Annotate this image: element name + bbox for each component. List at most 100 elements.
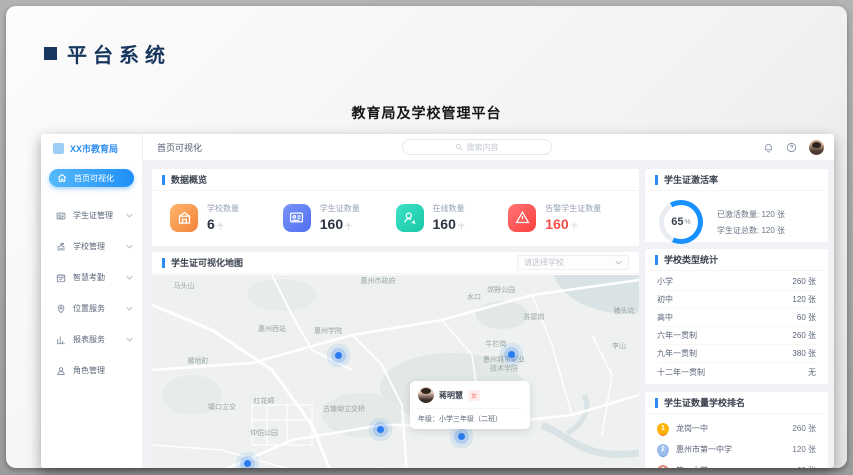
sidebar-item-label: 角色管理 — [73, 365, 105, 376]
map-label: 惠州城市职业技术学院 — [482, 356, 526, 374]
chevron-down-icon — [126, 274, 133, 281]
type-label: 十二年一贯制 — [657, 367, 705, 378]
type-label: 初中 — [657, 294, 673, 305]
map-marker[interactable] — [458, 433, 465, 440]
student-info-popup: 蒋明慧 女 年级：小学三年级（二班） — [410, 381, 530, 429]
school-name: 惠州市第一中学 — [676, 444, 792, 455]
sidebar-item-smart-attendance[interactable]: 智慧考勤 — [41, 262, 142, 293]
ranking-row: 1 龙岗一中 260 张 — [657, 418, 816, 439]
map-label: 郊野公园 — [487, 285, 515, 295]
map-label: 猪头坑 — [614, 306, 635, 316]
bell-icon[interactable] — [763, 142, 774, 153]
dashboard-window: XX市教育局 首页可视化 学生证管理 学校管理 — [41, 134, 834, 468]
breadcrumb: 首页可视化 — [157, 141, 202, 154]
stat-alert-card-count: 告警学生证数量 160个 — [508, 203, 621, 232]
map-marker[interactable] — [244, 460, 251, 467]
stat-value: 6个 — [207, 216, 239, 232]
activation-stats: 已激活数量: 120 张 学生证总数: 120 张 — [717, 204, 785, 241]
type-label: 九年一贯制 — [657, 348, 697, 359]
logo-text: XX市教育局 — [70, 142, 118, 155]
search-icon — [455, 143, 463, 151]
student-card-map-card: 学生证可视化地图 请选择学校 — [152, 252, 639, 468]
school-type-list: 小学260 张 初中120 张 高中60 张 六年一贯制260 张 九年一贯制3… — [645, 271, 828, 381]
chevron-down-icon — [126, 305, 133, 312]
school-name: 龙岗一中 — [676, 423, 792, 434]
school-name: 第一小学 — [676, 465, 797, 468]
card-header: 学生证数量学校排名 — [645, 392, 828, 414]
school-value: 60 张 — [797, 465, 816, 468]
id-card-icon — [56, 211, 66, 221]
sidebar-item-school-mgmt[interactable]: 学校管理 — [41, 231, 142, 262]
chevron-down-icon — [615, 259, 622, 266]
map-label: 苏屋岗 — [524, 312, 545, 322]
topbar-actions — [763, 134, 824, 161]
map-label: 螺地町 — [188, 356, 209, 366]
gender-badge: 女 — [468, 390, 480, 401]
sidebar-item-report-service[interactable]: 报表服务 — [41, 324, 142, 355]
map-label: 惠州市政府 — [361, 276, 396, 286]
map-marker[interactable] — [335, 352, 342, 359]
stat-school-count: 学校数量 6个 — [170, 203, 283, 232]
type-value: 60 张 — [797, 312, 816, 323]
type-value: 380 张 — [792, 348, 816, 359]
activation-body: 65% 已激活数量: 120 张 学生证总数: 120 张 — [645, 191, 828, 244]
stat-value: 160个 — [545, 216, 601, 232]
map-label: 仲恺公园 — [250, 428, 278, 438]
type-label: 高中 — [657, 312, 673, 323]
slide-background: 平台系统 教育局及学校管理平台 XX市教育局 首页可视化 学生证管理 — [6, 6, 847, 468]
stat-label: 在线数量 — [433, 203, 465, 214]
sidebar-item-label: 位置服务 — [73, 303, 105, 314]
sidebar-item-label: 学生证管理 — [73, 210, 113, 221]
card-header: 学校类型统计 — [645, 249, 828, 271]
data-overview-card: 数据概览 学校数量 6个 学生证数量 — [152, 169, 639, 246]
donut-percent: 65% — [659, 200, 703, 244]
warning-icon — [508, 204, 536, 232]
type-value: 无 — [808, 367, 816, 378]
student-name: 蒋明慧 — [439, 390, 463, 401]
sidebar-item-label: 智慧考勤 — [73, 272, 105, 283]
help-icon[interactable] — [786, 142, 797, 153]
type-value: 120 张 — [792, 294, 816, 305]
search-input[interactable]: 搜索内容 — [402, 139, 552, 155]
student-avatar — [418, 387, 434, 403]
activation-donut-chart: 65% — [659, 200, 703, 244]
chevron-down-icon — [126, 336, 133, 343]
map-marker[interactable] — [377, 426, 384, 433]
sidebar-item-label: 报表服务 — [73, 334, 105, 345]
type-label: 六年一贯制 — [657, 330, 697, 341]
total-count: 学生证总数: 120 张 — [717, 225, 785, 236]
school-select-dropdown[interactable]: 请选择学校 — [517, 255, 629, 270]
stat-label: 告警学生证数量 — [545, 203, 601, 214]
card-title: 学校类型统计 — [655, 255, 718, 265]
school-ranking-card: 学生证数量学校排名 1 龙岗一中 260 张 2 惠州市第一中学 120 张 3… — [645, 392, 828, 468]
calendar-icon — [56, 273, 66, 283]
sidebar: XX市教育局 首页可视化 学生证管理 学校管理 — [41, 134, 143, 468]
map-label: 红花嶂 — [254, 396, 275, 406]
medal-3-icon: 3 — [657, 465, 669, 469]
sidebar-item-role-mgmt[interactable]: 角色管理 — [41, 355, 142, 386]
user-avatar[interactable] — [809, 140, 824, 155]
stat-label: 学校数量 — [207, 203, 239, 214]
card-title: 学生证激活率 — [655, 175, 718, 185]
school-type-row: 十二年一贯制 无 — [657, 363, 816, 381]
ranking-row: 3 第一小学 60 张 — [657, 460, 816, 468]
sidebar-item-location-service[interactable]: 位置服务 — [41, 293, 142, 324]
sidebar-menu: 首页可视化 学生证管理 学校管理 智慧考勤 — [41, 169, 142, 386]
school-type-row: 小学260 张 — [657, 273, 816, 291]
card-title: 学生证可视化地图 — [162, 258, 243, 268]
medal-1-icon: 1 — [657, 423, 669, 435]
map-canvas[interactable]: 马头山 惠州市政府 惠州西站 惠州学院 螺地町 水口 郊野公园 苏屋岗 牛栏岗 … — [152, 275, 639, 468]
map-label: 古塘坳立交桥 — [323, 404, 365, 414]
school-type-stats-card: 学校类型统计 小学260 张 初中120 张 高中60 张 六年一贯制260 张… — [645, 249, 828, 384]
card-header: 数据概览 — [152, 169, 639, 191]
activation-rate-card: 学生证激活率 65% 已激活数量: 120 张 学生证总数: 120 张 — [645, 169, 828, 242]
location-pin-icon — [56, 304, 66, 314]
title-bullet-square — [44, 47, 57, 60]
sidebar-item-student-card-mgmt[interactable]: 学生证管理 — [41, 200, 142, 231]
app-logo[interactable]: XX市教育局 — [41, 134, 142, 163]
map-label: 牛栏岗 — [486, 339, 507, 349]
top-bar: 首页可视化 搜索内容 — [143, 134, 834, 161]
map-marker[interactable] — [508, 351, 515, 358]
school-value: 260 张 — [792, 423, 816, 434]
sidebar-item-home-visualization[interactable]: 首页可视化 — [49, 169, 134, 187]
